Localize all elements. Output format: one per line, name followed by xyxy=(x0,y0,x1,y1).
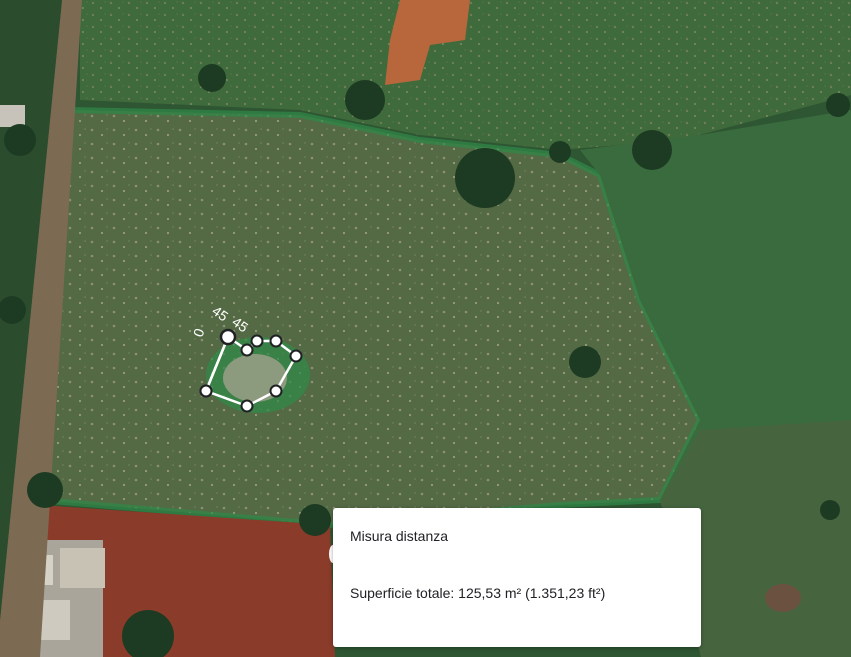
pond-patch xyxy=(765,584,801,612)
measure-vertex-handle[interactable] xyxy=(269,334,283,348)
total-area-text: Superficie totale: 125,53 m² (1.351,23 f… xyxy=(350,585,606,601)
measure-vertex-handle[interactable] xyxy=(240,399,254,413)
roadside-building xyxy=(0,105,25,127)
measure-vertex-handle[interactable] xyxy=(269,384,283,398)
panel-title: Misura distanza xyxy=(350,528,449,544)
measure-start-point[interactable] xyxy=(219,328,237,346)
measure-vertex-handle[interactable] xyxy=(240,343,254,357)
measure-distance-panel: Misura distanza Superficie totale: 125,5… xyxy=(333,508,701,647)
measure-vertex-handle[interactable] xyxy=(289,349,303,363)
measure-vertex-handle[interactable] xyxy=(199,384,213,398)
measure-vertex-handle[interactable] xyxy=(250,334,264,348)
building xyxy=(60,548,105,588)
